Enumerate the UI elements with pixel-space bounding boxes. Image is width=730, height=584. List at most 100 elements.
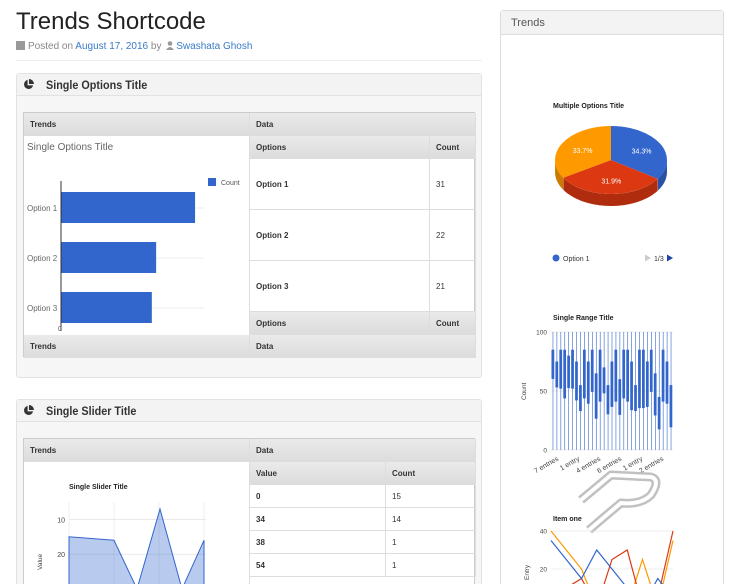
range-bar xyxy=(551,349,555,379)
panel-title: Single Slider Title xyxy=(46,403,137,418)
posted-on-label: Posted on xyxy=(28,41,74,52)
bar xyxy=(61,242,157,273)
count-col-header: Count xyxy=(386,462,476,485)
range-bar xyxy=(665,361,669,404)
row-count: 1 xyxy=(386,554,476,577)
bar-category-label: Option 3 xyxy=(27,304,58,313)
y-tick-label: 20 xyxy=(57,552,65,559)
range-bar xyxy=(567,355,570,389)
range-bar xyxy=(559,349,563,389)
options-table: Trends Data Single Options Title Count O… xyxy=(23,112,476,358)
legend-swatch xyxy=(208,178,216,186)
chart-title: Single Slider Title xyxy=(69,484,128,491)
options-col-footer: Options xyxy=(250,312,430,335)
page-title: Trends Shortcode xyxy=(16,8,206,35)
trends-sidebar: Trends Multiple Options Title 34.3% 31.9%… xyxy=(500,10,724,584)
y-axis-label: Value xyxy=(37,553,44,570)
range-bar xyxy=(598,349,602,402)
prev-page-icon[interactable] xyxy=(645,254,651,262)
pie-slice-label: 31.9% xyxy=(601,178,621,185)
pie-chart-icon xyxy=(24,405,34,415)
row-count: 15 xyxy=(386,485,476,508)
trends-footer: Trends xyxy=(24,335,250,358)
trends-header: Trends xyxy=(24,113,250,136)
row-value: 38 xyxy=(250,531,386,554)
legend-label: Count xyxy=(221,180,240,187)
row-count: 31 xyxy=(430,159,476,210)
range-bar xyxy=(575,361,578,401)
range-bar xyxy=(618,379,622,415)
y-tick-label: 100 xyxy=(536,330,547,337)
x-tick-label: 0 xyxy=(58,326,62,333)
range-bar xyxy=(638,349,641,409)
range-bar xyxy=(571,349,574,389)
range-bar xyxy=(642,349,645,409)
data-header: Data xyxy=(250,439,476,462)
range-bar xyxy=(610,361,614,407)
panel-title: Single Options Title xyxy=(46,77,148,92)
line-series xyxy=(550,540,663,584)
row-count: 1 xyxy=(386,531,476,554)
pie-legend-label: Option 1 xyxy=(563,256,590,263)
range-bar xyxy=(649,349,653,392)
pie-slice-label: 33.7% xyxy=(573,148,593,155)
next-page-icon[interactable] xyxy=(667,254,673,262)
range-bar xyxy=(594,373,598,419)
user-icon xyxy=(166,41,175,50)
data-footer: Data xyxy=(250,335,476,358)
bar xyxy=(61,292,152,323)
range-bar xyxy=(582,349,586,399)
range-bar xyxy=(653,373,657,416)
slider-chart: Single Slider Title 10 20 Value xyxy=(24,462,250,584)
value-col-header: Value xyxy=(250,462,386,485)
y-tick-label: 0 xyxy=(543,448,547,455)
range-bar xyxy=(630,361,633,411)
slider-table: Trends Data Single Slider Title 10 20 Valu… xyxy=(23,438,476,584)
pie-title: Multiple Options Title xyxy=(553,103,624,110)
y-tick-label: 50 xyxy=(540,389,548,396)
row-count: 14 xyxy=(386,508,476,531)
x-tick-label: 7 entries xyxy=(533,455,560,475)
range-title: Single Range Title xyxy=(553,315,614,322)
line-series xyxy=(550,530,674,584)
range-bar xyxy=(661,349,665,402)
row-value: 54 xyxy=(250,554,386,577)
post-date-link[interactable]: August 17, 2016 xyxy=(75,41,148,52)
panel-header: Single Slider Title xyxy=(17,400,481,422)
slider-area-chart: Single Slider Title 10 20 Value xyxy=(37,484,206,584)
y-axis-label: Entry xyxy=(524,564,531,580)
legend-pager: 1/3 xyxy=(654,256,664,263)
row-value: 0 xyxy=(250,485,386,508)
y-tick-label: 10 xyxy=(57,517,65,524)
range-bar xyxy=(622,349,626,399)
single-options-panel: Single Options Title Trends Data Single … xyxy=(16,73,482,378)
sidebar-charts: Multiple Options Title 34.3% 31.9% 33.7% O… xyxy=(521,103,674,584)
row-option: Option 1 xyxy=(250,159,430,210)
range-bar xyxy=(590,349,594,392)
row-option: Option 2 xyxy=(250,210,430,261)
range-bar xyxy=(614,349,618,402)
pie-chart-icon xyxy=(24,79,34,89)
range-bar xyxy=(606,385,610,415)
row-count: 22 xyxy=(430,210,476,261)
area-series xyxy=(68,507,205,584)
range-bar xyxy=(657,396,661,430)
author-link[interactable]: Swashata Ghosh xyxy=(176,41,252,52)
range-bar xyxy=(602,367,606,394)
count-col-header: Count xyxy=(430,136,476,159)
panel-header: Single Options Title xyxy=(17,74,481,96)
row-value: 34 xyxy=(250,508,386,531)
y-axis-label: Count xyxy=(521,382,528,400)
pie-slice-label: 34.3% xyxy=(632,148,652,155)
single-slider-panel: Single Slider Title Trends Data Single S… xyxy=(16,399,482,584)
bar xyxy=(61,192,196,223)
chart-title: Single Options Title xyxy=(27,142,114,153)
range-bar xyxy=(634,385,637,412)
trends-header: Trends xyxy=(24,439,250,462)
options-chart: Single Options Title Count Option 1 Optio… xyxy=(24,136,250,335)
divider xyxy=(16,60,482,61)
data-header: Data xyxy=(250,113,476,136)
bar-category-label: Option 2 xyxy=(27,254,58,263)
by-label: by xyxy=(150,41,162,52)
options-bar-chart: Single Options Title Count Option 1 Optio… xyxy=(27,142,240,333)
